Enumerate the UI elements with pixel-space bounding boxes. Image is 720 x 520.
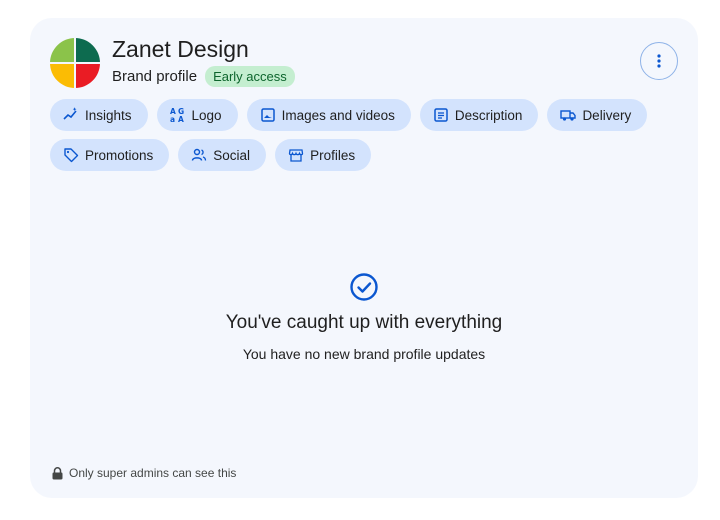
chip-label: Profiles <box>310 147 356 163</box>
image-icon <box>260 108 275 122</box>
chip-description[interactable]: Description <box>419 99 539 131</box>
chip-logo[interactable]: A G a A Logo <box>156 99 238 131</box>
document-icon <box>434 108 448 122</box>
chip-profiles[interactable]: Profiles <box>275 139 372 171</box>
truck-icon <box>560 110 577 121</box>
chip-social[interactable]: Social <box>178 139 267 171</box>
empty-state-title: You've caught up with everything <box>225 312 503 333</box>
insights-icon <box>63 107 77 120</box>
people-icon <box>192 148 207 161</box>
chip-label: Promotions <box>85 147 154 163</box>
svg-text:A: A <box>178 115 184 123</box>
chip-insights[interactable]: Insights <box>50 99 148 131</box>
chip-delivery[interactable]: Delivery <box>547 99 648 131</box>
empty-state-subtitle: You have no new brand profile updates <box>242 346 486 362</box>
chip-promotions[interactable]: Promotions <box>50 139 170 171</box>
svg-text:a: a <box>170 115 175 123</box>
chip-label: Description <box>454 107 523 123</box>
empty-state: You've caught up with everything You hav… <box>30 272 698 362</box>
chip-images-and-videos[interactable]: Images and videos <box>246 99 411 131</box>
tag-icon <box>64 148 79 163</box>
check-circle-icon <box>350 273 378 301</box>
brand-subtitle: Brand profile <box>112 68 198 85</box>
chip-label: Images and videos <box>281 107 395 123</box>
section-chips: Insights A G a A Logo Images and videos <box>50 99 650 171</box>
chip-label: Social <box>213 147 251 163</box>
brand-logo <box>50 38 100 88</box>
brand-name: Zanet Design <box>112 36 249 62</box>
chip-label: Logo <box>191 107 222 123</box>
more-vert-icon <box>657 54 661 68</box>
translate-icon: A G a A <box>170 107 184 123</box>
chip-label: Insights <box>85 107 132 123</box>
more-options-button[interactable] <box>640 42 678 80</box>
storefront-icon <box>288 149 304 162</box>
visibility-note: Only super admins can see this <box>52 466 236 480</box>
brand-subline: Brand profile Early access <box>112 66 295 87</box>
early-access-badge: Early access <box>205 66 295 87</box>
lock-icon <box>52 466 63 479</box>
brand-profile-card: Zanet Design Brand profile Early access … <box>30 18 698 498</box>
chip-label: Delivery <box>582 107 632 123</box>
visibility-note-text: Only super admins can see this <box>69 466 237 480</box>
